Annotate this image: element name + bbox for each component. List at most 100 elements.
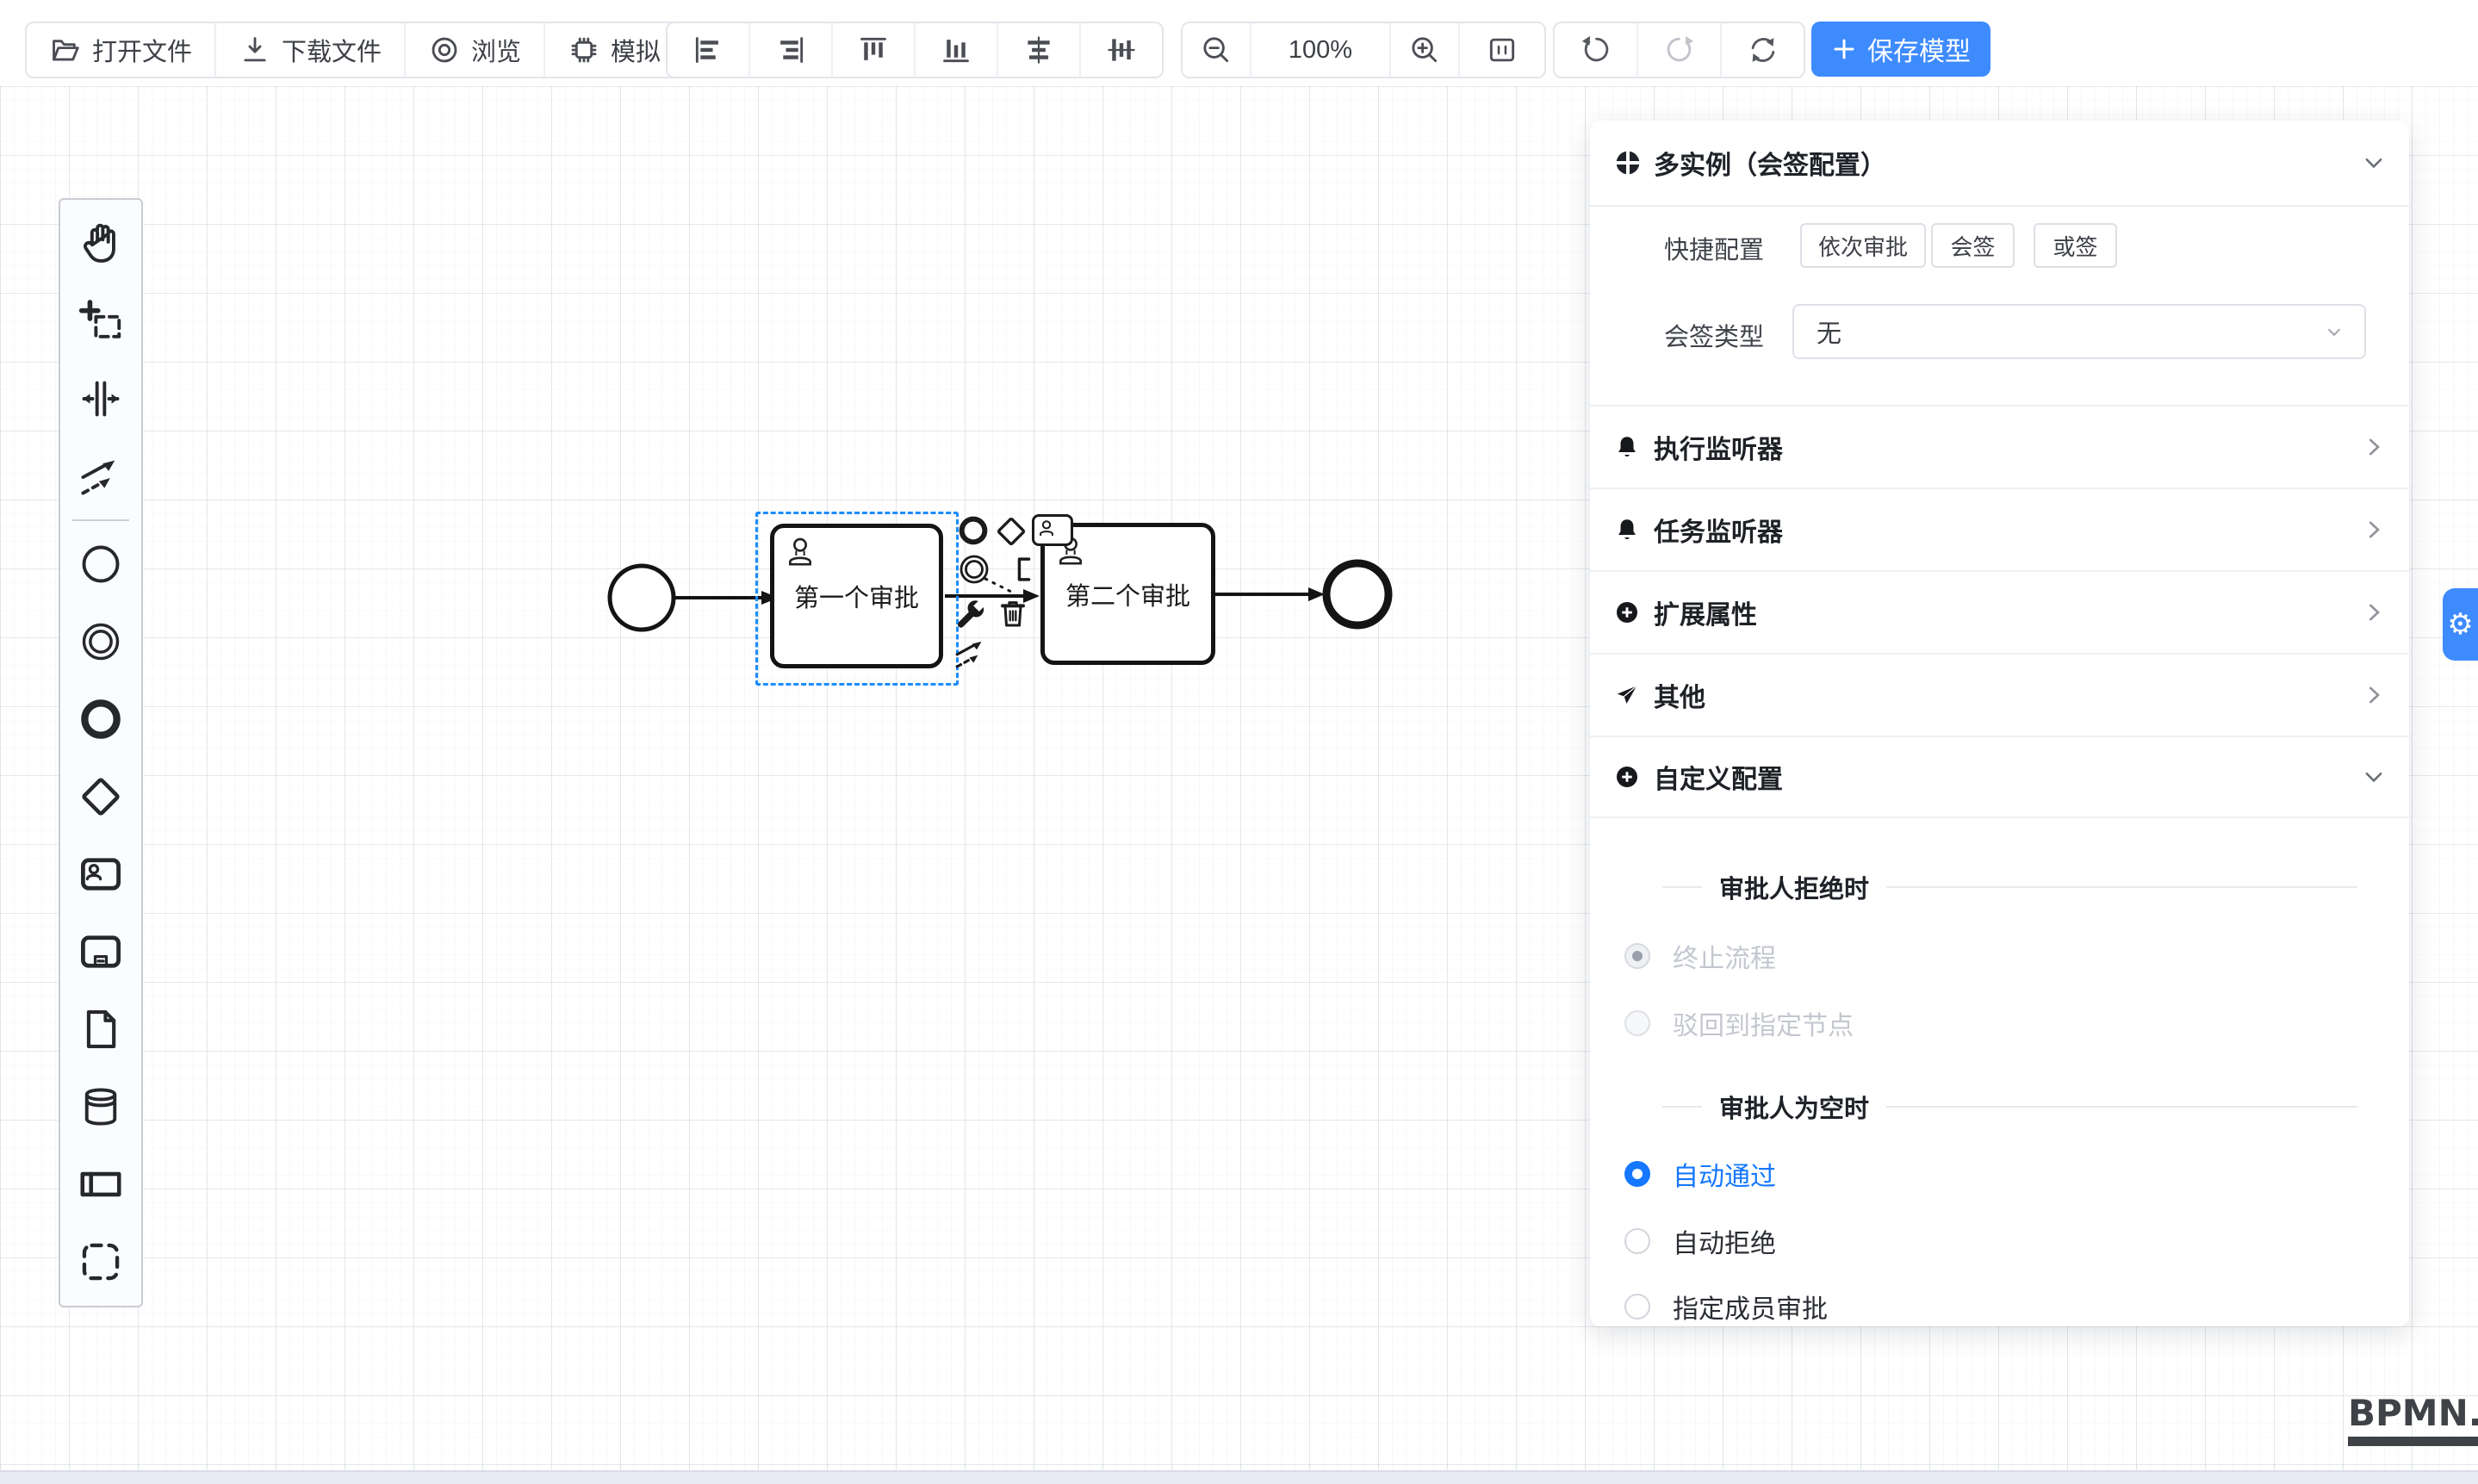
redo-button[interactable] — [1638, 23, 1722, 77]
radio-return-to-node[interactable]: 驳回到指定节点 — [1624, 1006, 1854, 1040]
lasso-icon — [78, 299, 123, 344]
quick-option-orsign[interactable]: 或签 — [2034, 223, 2117, 268]
palette-separator — [72, 519, 129, 521]
align-center-horizontal-button[interactable] — [998, 23, 1081, 77]
create-data-store[interactable] — [60, 1068, 141, 1146]
simulate-button[interactable]: 模拟 — [545, 23, 683, 77]
plus-circle-icon — [1614, 764, 1640, 790]
chevron-down-icon[interactable] — [2361, 150, 2387, 176]
replace-wrench-icon[interactable] — [953, 596, 989, 632]
open-file-label: 打开文件 — [92, 32, 192, 68]
zoom-level-indicator[interactable]: 100% — [1251, 23, 1391, 77]
chevron-right-icon — [2361, 517, 2387, 543]
toolbar: 打开文件 下载文件 浏览 模拟 1 — [0, 0, 2478, 86]
radio-icon — [1624, 1228, 1650, 1254]
lasso-tool[interactable] — [60, 283, 141, 360]
global-connect-tool[interactable] — [60, 438, 141, 515]
download-icon — [239, 34, 271, 66]
horizontal-scrollbar[interactable] — [0, 1470, 2478, 1484]
create-group[interactable] — [60, 1223, 141, 1301]
undo-button[interactable] — [1555, 23, 1638, 77]
append-end-event-icon[interactable] — [956, 513, 991, 548]
start-event-icon — [78, 542, 123, 587]
panel-toggle-tab[interactable]: ⚙ — [2443, 588, 2478, 661]
radio-label: 指定成员审批 — [1673, 1288, 1828, 1326]
reset-icon — [1747, 34, 1779, 66]
create-data-object[interactable] — [60, 990, 141, 1068]
divider-line — [1886, 1106, 2357, 1108]
delete-trash-icon[interactable] — [994, 593, 1032, 634]
create-gateway[interactable] — [60, 758, 141, 835]
bell-icon — [1614, 517, 1640, 543]
sign-type-label: 会签类型 — [1650, 317, 1764, 353]
redo-icon — [1663, 34, 1696, 66]
gear-icon: ⚙ — [2447, 607, 2473, 642]
section-other[interactable]: 其他 — [1590, 653, 2409, 736]
save-model-button[interactable]: 保存模型 — [1811, 22, 1990, 77]
bpmn-io-logo[interactable]: BPMN.iO — [2348, 1392, 2478, 1446]
hand-tool[interactable] — [60, 205, 141, 283]
align-right-icon — [774, 34, 807, 66]
bell-icon — [1614, 434, 1640, 460]
file-button-group: 打开文件 下载文件 浏览 模拟 — [25, 22, 685, 78]
align-center-vertical-icon — [1105, 34, 1138, 66]
chevron-right-icon — [2361, 682, 2387, 708]
align-left-button[interactable] — [668, 23, 750, 77]
section-task-listener[interactable]: 任务监听器 — [1590, 487, 2409, 570]
create-end-event[interactable] — [60, 680, 141, 758]
intermediate-event-icon — [78, 619, 123, 664]
reset-button[interactable] — [1722, 23, 1804, 77]
open-file-button[interactable]: 打开文件 — [27, 23, 216, 77]
append-user-task-icon[interactable] — [1032, 514, 1073, 546]
align-bottom-button[interactable] — [916, 23, 998, 77]
quick-option-label: 会签 — [1950, 230, 1995, 262]
radio-auto-reject[interactable]: 自动拒绝 — [1624, 1224, 1776, 1258]
create-start-event[interactable] — [60, 525, 141, 603]
quick-option-sequential[interactable]: 依次审批 — [1800, 223, 1926, 268]
align-right-button[interactable] — [750, 23, 833, 77]
data-object-icon — [78, 1007, 123, 1052]
quick-option-countersign[interactable]: 会签 — [1931, 223, 2015, 268]
connect-tool-icon[interactable] — [953, 636, 989, 672]
append-text-annotation-icon[interactable] — [1008, 550, 1040, 589]
zoom-level-value: 100% — [1289, 36, 1352, 65]
hand-icon — [78, 221, 123, 266]
section-custom-config[interactable]: 自定义配置 — [1590, 736, 2409, 818]
space-tool[interactable] — [60, 360, 141, 438]
plus-icon — [1831, 36, 1857, 62]
download-file-button[interactable]: 下载文件 — [216, 23, 406, 77]
align-left-icon — [692, 34, 724, 66]
panel-header[interactable]: 多实例（会签配置） — [1590, 121, 2409, 207]
connect-arrows-icon — [78, 454, 123, 499]
zoom-in-button[interactable] — [1391, 23, 1460, 77]
append-gateway-icon[interactable] — [992, 512, 1030, 550]
quick-option-label: 依次审批 — [1818, 230, 1908, 262]
radio-label: 终止流程 — [1673, 937, 1776, 975]
align-button-group — [666, 22, 1164, 78]
create-user-task[interactable] — [60, 835, 141, 913]
align-top-button[interactable] — [833, 23, 916, 77]
fit-viewport-button[interactable] — [1460, 23, 1544, 77]
radio-assign-member[interactable]: 指定成员审批 — [1624, 1289, 1828, 1324]
preview-icon — [428, 34, 461, 66]
radio-auto-approve[interactable]: 自动通过 — [1624, 1157, 1776, 1191]
section-execution-listener[interactable]: 执行监听器 — [1590, 405, 2409, 487]
radio-label: 自动拒绝 — [1673, 1222, 1776, 1260]
user-task-icon — [78, 852, 123, 897]
create-intermediate-event[interactable] — [60, 603, 141, 680]
create-subprocess[interactable] — [60, 913, 141, 990]
align-center-vertical-button[interactable] — [1081, 23, 1162, 77]
element-palette — [59, 198, 143, 1307]
radio-terminate-process[interactable]: 终止流程 — [1624, 939, 1776, 973]
preview-button[interactable]: 浏览 — [406, 23, 545, 77]
create-participant[interactable] — [60, 1146, 141, 1223]
append-intermediate-event-icon[interactable] — [956, 551, 992, 587]
zoom-out-button[interactable] — [1183, 23, 1251, 77]
sign-type-select[interactable]: 无 — [1792, 304, 2366, 359]
simulate-chip-icon — [568, 34, 600, 66]
quick-config-label: 快捷配置 — [1650, 230, 1764, 266]
section-extended-properties[interactable]: 扩展属性 — [1590, 570, 2409, 653]
end-event-icon — [78, 697, 123, 742]
simulate-label: 模拟 — [611, 32, 661, 68]
space-tool-icon — [78, 376, 123, 421]
